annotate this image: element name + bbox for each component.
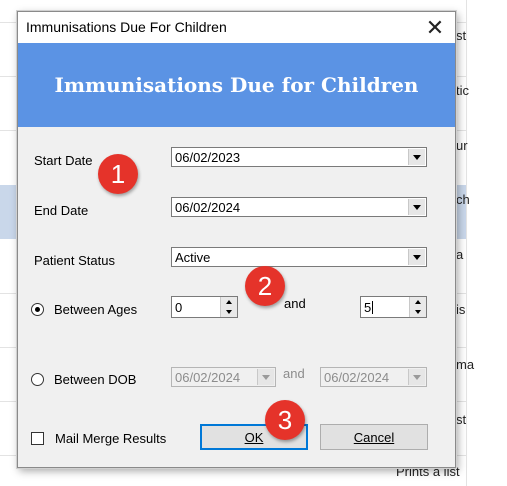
background-text: ur bbox=[456, 138, 468, 153]
start-date-label: Start Date bbox=[34, 153, 93, 168]
step-marker-number: 1 bbox=[110, 158, 126, 189]
background-text: a bbox=[456, 247, 464, 262]
background-text: ch bbox=[456, 192, 470, 207]
banner-title: Immunisations Due for Children bbox=[54, 73, 419, 97]
spinner-buttons bbox=[220, 297, 237, 317]
end-date-select[interactable]: 06/02/2024 bbox=[171, 197, 427, 217]
cancel-button-label-text: Cancel bbox=[353, 429, 395, 445]
start-date-value: 06/02/2023 bbox=[175, 150, 241, 165]
spinner-buttons bbox=[409, 297, 426, 317]
age-from-spinner[interactable]: 0 bbox=[171, 296, 238, 318]
step-marker-2: 2 bbox=[245, 266, 285, 306]
step-marker-number: 3 bbox=[277, 404, 293, 435]
background-divider bbox=[466, 0, 467, 486]
end-date-value: 06/02/2024 bbox=[175, 200, 241, 215]
chevron-down-icon[interactable] bbox=[408, 149, 425, 165]
age-from-value: 0 bbox=[175, 300, 183, 315]
close-button[interactable]: ✕ bbox=[415, 12, 455, 43]
background-text: is bbox=[456, 302, 466, 317]
between-dob-label: Between DOB bbox=[54, 372, 137, 387]
cancel-button-label: Cancel bbox=[354, 430, 394, 445]
step-marker-1: 1 bbox=[98, 154, 138, 194]
mail-merge-label: Mail Merge Results bbox=[55, 431, 167, 446]
dob-to-select[interactable]: 06/02/2024 bbox=[320, 367, 427, 387]
close-icon: ✕ bbox=[425, 14, 445, 40]
ok-button-label: OK bbox=[244, 429, 264, 445]
between-ages-radio[interactable] bbox=[31, 303, 44, 316]
window-title: Immunisations Due For Children bbox=[26, 19, 227, 35]
ages-and-label: and bbox=[284, 296, 306, 311]
spin-down-icon[interactable] bbox=[410, 307, 426, 317]
age-to-value: 5 bbox=[364, 300, 374, 315]
age-to-text: 5 bbox=[364, 300, 372, 315]
immunisations-dialog: Immunisations Due For Children ✕ Immunis… bbox=[17, 11, 456, 468]
dob-and-label: and bbox=[283, 366, 305, 381]
between-ages-label: Between Ages bbox=[54, 302, 138, 317]
dob-from-value: 06/02/2024 bbox=[175, 370, 241, 385]
background-text: ma bbox=[456, 357, 475, 372]
chevron-down-icon bbox=[257, 369, 274, 385]
step-marker-number: 2 bbox=[257, 270, 273, 301]
background-text: tic bbox=[456, 83, 469, 98]
patient-status-value: Active bbox=[175, 250, 211, 265]
spin-down-icon[interactable] bbox=[221, 307, 237, 317]
chevron-down-icon[interactable] bbox=[408, 249, 425, 265]
chevron-down-icon bbox=[408, 369, 425, 385]
step-marker-3: 3 bbox=[265, 400, 305, 440]
cancel-button[interactable]: Cancel bbox=[320, 424, 428, 450]
text-caret bbox=[372, 301, 374, 314]
chevron-down-icon[interactable] bbox=[408, 199, 425, 215]
end-date-label: End Date bbox=[34, 203, 89, 218]
dob-to-value: 06/02/2024 bbox=[324, 370, 390, 385]
dialog-titlebar[interactable]: Immunisations Due For Children ✕ bbox=[18, 12, 455, 44]
age-to-spinner[interactable]: 5 bbox=[360, 296, 427, 318]
background-text: st bbox=[456, 28, 467, 43]
background-text: st bbox=[456, 412, 467, 427]
patient-status-select[interactable]: Active bbox=[171, 247, 427, 267]
dob-from-select[interactable]: 06/02/2024 bbox=[171, 367, 276, 387]
start-date-select[interactable]: 06/02/2023 bbox=[171, 147, 427, 167]
patient-status-label: Patient Status bbox=[34, 253, 115, 268]
between-dob-radio[interactable] bbox=[31, 373, 44, 386]
dialog-banner: Immunisations Due for Children bbox=[18, 43, 455, 127]
mail-merge-checkbox[interactable] bbox=[31, 432, 44, 445]
